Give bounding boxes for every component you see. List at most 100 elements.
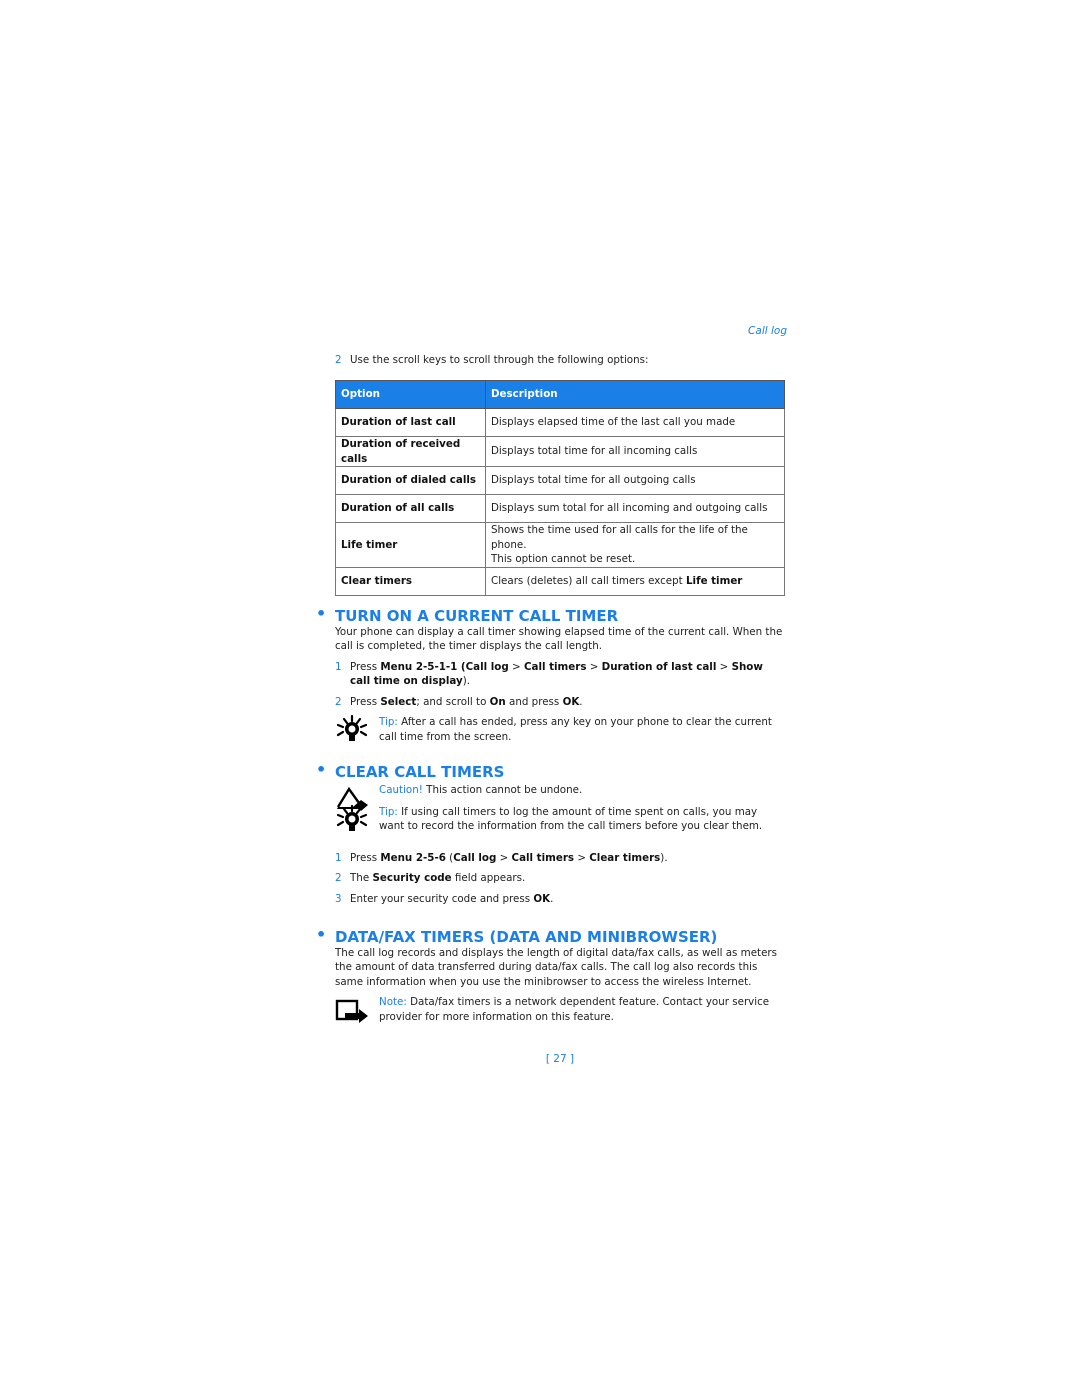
section-paragraph: Your phone can display a call timer show… (335, 625, 783, 653)
option-cell: Duration of dialed calls (335, 466, 486, 495)
note-text: Data/fax timers is a network dependent f… (379, 996, 770, 1023)
description-cell: Shows the time used for all calls for th… (485, 522, 785, 568)
option-cell: Duration of last call (335, 408, 486, 437)
bold-text: Menu 2-5-6 (380, 851, 446, 864)
lightbulb-tip-icon (336, 715, 368, 741)
tip-text: After a call has ended, press any key on… (379, 716, 772, 743)
description-cell: Displays sum total for all incoming and … (485, 494, 785, 523)
text: and press (505, 695, 563, 708)
step-number: 3 (335, 892, 342, 905)
bold-text: OK (562, 695, 580, 708)
step-item: 2 The Security code field appears. (335, 871, 785, 886)
bold-text: Menu 2-5-1-1 (Call log (380, 660, 509, 673)
caution-text: This action cannot be undone. (422, 783, 583, 796)
caution-note: Caution! This action cannot be undone. (335, 783, 785, 811)
description-cell: Clears (deletes) all call timers except … (485, 566, 785, 596)
bold-text: Call timers (511, 851, 575, 864)
tip-text: If using call timers to log the amount o… (379, 805, 763, 833)
description-line: This option cannot be reset. (491, 553, 636, 565)
tip-note: Tip: After a call has ended, press any k… (335, 715, 785, 744)
step-number: 2 (335, 872, 342, 884)
options-table-wrap: Option Description Duration of last call… (335, 380, 785, 596)
description-text: Clears (deletes) all call timers except (491, 574, 686, 587)
text: Enter your security code and press (350, 892, 534, 905)
bold-text: OK (533, 892, 551, 905)
lightbulb-tip-icon (336, 804, 368, 831)
description-cell: Displays total time for all incoming cal… (485, 436, 785, 467)
header-description: Description (485, 380, 785, 409)
note-icon (335, 999, 368, 1023)
table-row: Duration of dialed calls Displays total … (335, 466, 785, 495)
text: > (574, 851, 590, 864)
text: field appears. (451, 872, 526, 884)
running-header: Call log (748, 325, 787, 337)
text: Press (350, 660, 381, 673)
step-number: 2 (335, 695, 342, 708)
text: > (496, 851, 512, 864)
heading-bullet: • (316, 760, 327, 779)
option-cell: Duration of all calls (335, 494, 486, 523)
text: ). (462, 675, 471, 687)
table-row: Duration of received calls Displays tota… (335, 436, 785, 467)
intro-step: 2 Use the scroll keys to scroll through t… (335, 353, 785, 368)
bold-text: On (489, 695, 506, 708)
section-heading: • CLEAR CALL TIMERS (316, 762, 785, 781)
section-heading: • TURN ON A CURRENT CALL TIMER (316, 606, 785, 625)
bold-text: Clear timers (589, 851, 661, 864)
step-number: 2 (335, 354, 342, 366)
text: Press (350, 851, 381, 864)
heading-text: TURN ON A CURRENT CALL TIMER (335, 607, 619, 625)
heading-text: DATA/FAX TIMERS (DATA AND MINIBROWSER) (335, 928, 718, 946)
bold-text: Call log (453, 851, 497, 864)
tip-label: Tip: (379, 805, 398, 818)
header-option: Option (335, 380, 486, 409)
table-row: Duration of last call Displays elapsed t… (335, 408, 785, 437)
heading-bullet: • (316, 925, 327, 944)
text: ; and scroll to (416, 695, 490, 708)
section-paragraph: The call log records and displays the le… (335, 946, 778, 988)
text: > (508, 660, 524, 673)
note: Note: Data/fax timers is a network depen… (335, 995, 785, 1024)
section-clear-timers: • CLEAR CALL TIMERS Caution! This action … (316, 762, 785, 907)
table-row: Clear timers Clears (deletes) all call t… (335, 566, 785, 596)
heading-bullet: • (316, 604, 327, 623)
note-label: Note: (379, 996, 407, 1008)
section-turn-on-timer: • TURN ON A CURRENT CALL TIMER Your phone… (316, 606, 785, 744)
step-item: 3 Enter your security code and press OK. (335, 892, 785, 907)
bold-text: Call timers (523, 660, 587, 673)
description-bold: Life timer (686, 574, 743, 587)
option-cell: Clear timers (335, 566, 486, 596)
description-cell: Displays elapsed time of the last call y… (485, 408, 785, 437)
table-row: Life timer Shows the time used for all c… (335, 522, 785, 568)
text: The (350, 872, 373, 884)
table-header-row: Option Description (335, 380, 785, 409)
bold-text: Duration of last call (601, 660, 717, 673)
step-item: 2 Press Select; and scroll to On and pres… (335, 695, 785, 710)
options-table: Option Description Duration of last call… (335, 380, 785, 596)
page-number: [ 27 ] (545, 1053, 575, 1065)
bold-text: Security code (372, 872, 452, 884)
section-heading: • DATA/FAX TIMERS (DATA AND MINIBROWSER) (316, 927, 785, 946)
option-cell: Life timer (335, 522, 486, 568)
table-row: Duration of all calls Displays sum total… (335, 494, 785, 523)
tip-label: Tip: (379, 716, 398, 728)
bold-text: Select (380, 695, 417, 708)
step-item: 1 Press Menu 2-5-1-1 (Call log > Call tim… (335, 660, 785, 689)
tip-note: Tip: If using call timers to log the amo… (335, 804, 785, 834)
text: > (586, 660, 602, 673)
heading-text: CLEAR CALL TIMERS (335, 763, 505, 781)
text: . (579, 695, 583, 708)
text: . (550, 892, 554, 905)
step-text: Use the scroll keys to scroll through th… (350, 354, 649, 366)
option-cell: Duration of received calls (335, 436, 486, 467)
text: Press (350, 695, 381, 708)
section-data-fax-timers: • DATA/FAX TIMERS (DATA AND MINIBROWSER) … (316, 927, 785, 1024)
step-number: 1 (335, 660, 342, 673)
caution-label: Caution! (379, 783, 423, 796)
description-line: Shows the time used for all calls for th… (491, 524, 748, 551)
text: ). (660, 851, 668, 864)
description-cell: Displays total time for all outgoing cal… (485, 466, 785, 495)
step-number: 1 (335, 851, 342, 864)
text: > (716, 660, 732, 673)
step-item: 1 Press Menu 2-5-6 (Call log > Call timer… (335, 851, 785, 866)
